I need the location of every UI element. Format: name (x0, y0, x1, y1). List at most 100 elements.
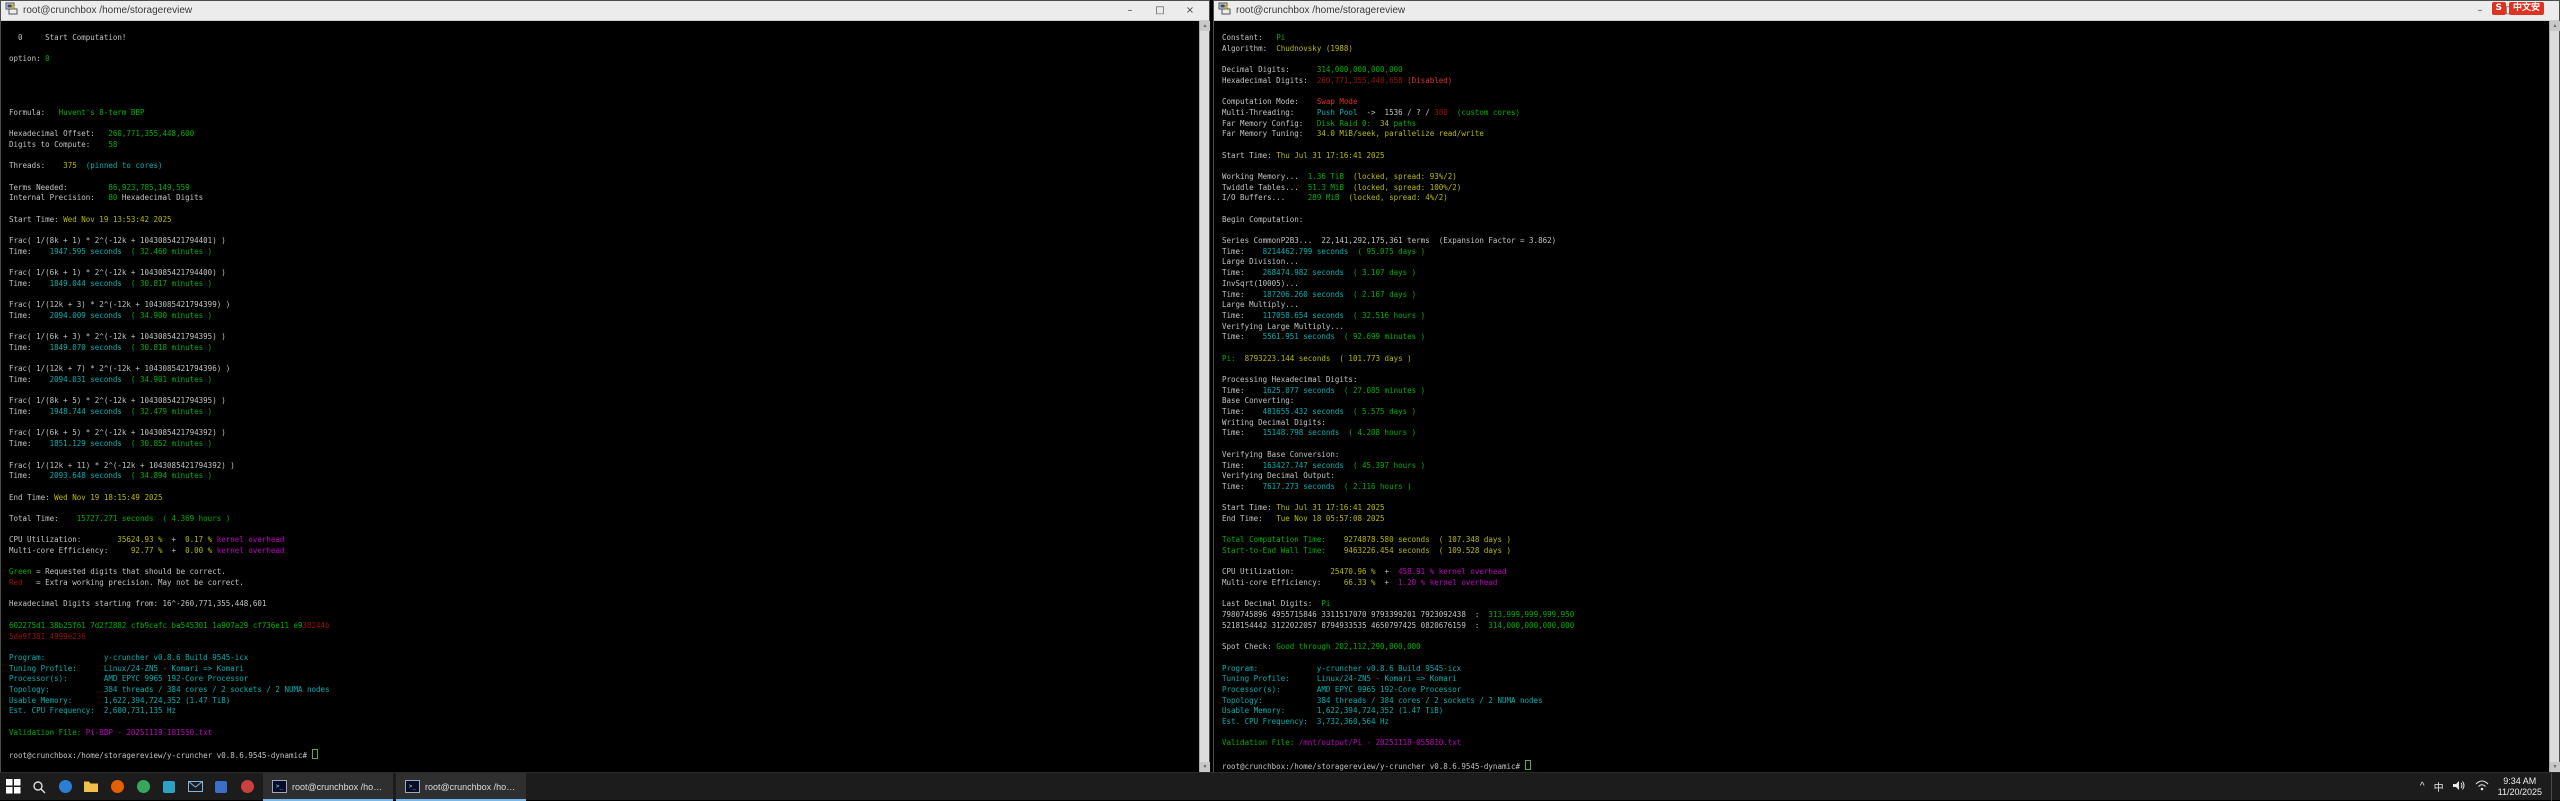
terminal-line (9, 503, 1199, 514)
ime-sogou-icon[interactable]: S (2492, 2, 2506, 15)
terminal-line: Validation File: /mnt/output/Pi - 202511… (1222, 738, 2549, 749)
terminal-window-right[interactable]: root@crunchbox /home/storagereview – □ ×… (1213, 0, 2560, 773)
terminal-line: Program: y-cruncher v0.8.6 Build 9545-ic… (9, 653, 1199, 664)
scrollbar-right[interactable]: ▲ ▼ (2549, 21, 2559, 772)
terminal-line: Time: 2094.009 seconds ( 34.900 minutes … (9, 311, 1199, 322)
terminal-line: I/O Buffers... 289 MiB (locked, spread: … (1222, 193, 2549, 204)
terminal-line: Algorithm: Chudnovsky (1988) (1222, 44, 2549, 55)
chrome-browser-icon[interactable] (130, 773, 156, 801)
terminal-line: Time: 268474.982 seconds ( 3.107 days ) (1222, 268, 2549, 279)
scroll-down-icon[interactable]: ▼ (1200, 762, 1210, 772)
terminal-cursor (312, 749, 319, 759)
terminal-line: Frac( 1/(8k + 5) * 2^(-12k + 10430854217… (9, 396, 1199, 407)
terminal-line: Time: 2093.648 seconds ( 34.894 minutes … (9, 471, 1199, 482)
clock-date: 11/20/2025 (2498, 787, 2542, 798)
terminal-line (9, 322, 1199, 333)
ime-toolbar[interactable]: S 中文安 (2492, 2, 2545, 15)
volume-icon[interactable] (2453, 778, 2466, 796)
minimize-button[interactable]: – (2465, 1, 2495, 20)
terminal-line (9, 151, 1199, 162)
file-explorer-icon[interactable] (78, 773, 104, 801)
terminal-line (1222, 749, 2549, 760)
titlebar-right[interactable]: root@crunchbox /home/storagereview – □ × (1214, 1, 2559, 21)
terminal-line (9, 482, 1199, 493)
mail-icon[interactable] (182, 773, 208, 801)
terminal-line: Terms Needed: 86,923,785,149,559 (9, 183, 1199, 194)
terminal-line: Frac( 1/(12k + 3) * 2^(-12k + 1043085421… (9, 300, 1199, 311)
terminal-window-left[interactable]: root@crunchbox /home/storagereview – □ ×… (0, 0, 1210, 773)
terminal-line: 602275d1 38b25f61 7d2f2882 cfb9cafc ba54… (9, 621, 1199, 632)
terminal-line: 5218154442 3122022057 8794933535 4650797… (1222, 621, 2549, 632)
tray-expand-icon[interactable]: ^ (2420, 781, 2425, 792)
terminal-line (9, 589, 1199, 600)
terminal-line (9, 717, 1199, 728)
terminal-line: Threads: 375 (pinned to cores) (9, 161, 1199, 172)
scroll-up-icon[interactable]: ▲ (1200, 21, 1210, 31)
putty-icon (5, 2, 18, 20)
terminal-line (9, 76, 1199, 87)
terminal-line (9, 386, 1199, 397)
terminal-line: Time: 5561.951 seconds ( 92.699 minutes … (1222, 332, 2549, 343)
terminal-line: Formula: Huvent's 8-term BBP (9, 108, 1199, 119)
terminal-line: Usable Memory: 1,622,394,724,352 (1.47 T… (9, 696, 1199, 707)
terminal-line: Total Computation Time: 9274878.580 seco… (1222, 535, 2549, 546)
terminal-line: Frac( 1/(6k + 3) * 2^(-12k + 10430854217… (9, 332, 1199, 343)
terminal-line (9, 610, 1199, 621)
taskbar-window-button-2[interactable]: >_ root@crunchbox /hom... (396, 773, 526, 801)
scrollbar-left[interactable]: ▲ ▼ (1199, 21, 1209, 772)
app-red-icon[interactable] (234, 773, 260, 801)
terminal-line (9, 257, 1199, 268)
terminal-line: Twiddle Tables... 51.3 MiB (locked, spre… (1222, 183, 2549, 194)
terminal-line (1222, 364, 2549, 375)
terminal-line: Frac( 1/(12k + 11) * 2^(-12k + 104308542… (9, 461, 1199, 472)
terminal-line (9, 97, 1199, 108)
terminal-line: End Time: Tue Nov 18 05:57:08 2025 (1222, 514, 2549, 525)
taskbar-window-button-1[interactable]: >_ root@crunchbox /hom... (263, 773, 393, 801)
terminal-line: Start Time: Thu Jul 31 17:16:41 2025 (1222, 503, 2549, 514)
terminal-line: Topology: 384 threads / 384 cores / 2 so… (9, 685, 1199, 696)
system-tray: ^ 中 9:34 AM 11/20/2025 (2420, 773, 2560, 801)
minimize-button[interactable]: – (1115, 1, 1145, 20)
terminal-line: Internal Precision: 80 Hexadecimal Digit… (9, 193, 1199, 204)
terminal-line: option: 0 (9, 54, 1199, 65)
terminal-line (1222, 225, 2549, 236)
taskbar-clock[interactable]: 9:34 AM 11/20/2025 (2498, 776, 2542, 798)
show-desktop-button[interactable] (2551, 773, 2556, 801)
terminal-line (1222, 653, 2549, 664)
terminal-line: Decimal Digits: 314,000,000,000,000 (1222, 65, 2549, 76)
terminal-line (1222, 439, 2549, 450)
terminal-output-left[interactable]: 0 Start Computation! option: 0 Formula: … (1, 21, 1199, 772)
terminal-line: Multi-core Efficiency: 92.77 % + 0.00 % … (9, 546, 1199, 557)
terminal-line: Time: 1851.129 seconds ( 30.852 minutes … (9, 439, 1199, 450)
edge-browser-icon[interactable] (52, 773, 78, 801)
titlebar-left[interactable]: root@crunchbox /home/storagereview – □ × (1, 1, 1209, 21)
scroll-up-icon[interactable]: ▲ (2550, 21, 2560, 31)
terminal-line: Processor(s): AMD EPYC 9965 192-Core Pro… (1222, 685, 2549, 696)
terminal-line: Digits to Compute: 58 (9, 140, 1199, 151)
firefox-browser-icon[interactable] (104, 773, 130, 801)
terminal-line (9, 65, 1199, 76)
store-icon[interactable] (156, 773, 182, 801)
terminal-line (9, 450, 1199, 461)
start-menu-icon[interactable] (0, 773, 26, 801)
terminal-line: Far Memory Config: Disk Raid 0: 34 paths (1222, 119, 2549, 130)
terminal-line: Frac( 1/(6k + 5) * 2^(-12k + 10430854217… (9, 428, 1199, 439)
app-blue-icon[interactable] (208, 773, 234, 801)
terminal-output-right[interactable]: Constant: PiAlgorithm: Chudnovsky (1988)… (1214, 21, 2549, 772)
terminal-line: Far Memory Tuning: 34.0 MiB/seek, parall… (1222, 129, 2549, 140)
ime-language-icon[interactable]: 中文安 (2509, 2, 2544, 15)
terminal-line: Frac( 1/(6k + 1) * 2^(-12k + 10430854217… (9, 268, 1199, 279)
terminal-line (1222, 557, 2549, 568)
terminal-line: Last Decimal Digits: Pi (1222, 599, 2549, 610)
ime-indicator[interactable]: 中 (2434, 779, 2444, 794)
close-button[interactable]: × (1175, 1, 1205, 20)
scroll-down-icon[interactable]: ▼ (2550, 762, 2560, 772)
search-icon[interactable] (26, 773, 52, 801)
network-icon[interactable] (2475, 778, 2489, 796)
terminal-line: Topology: 384 threads / 384 cores / 2 so… (1222, 696, 2549, 707)
terminal-line (1222, 343, 2549, 354)
terminal-line: Time: 2094.031 seconds ( 34.901 minutes … (9, 375, 1199, 386)
terminal-line: Time: 481655.432 seconds ( 5.575 days ) (1222, 407, 2549, 418)
maximize-button[interactable]: □ (1145, 1, 1175, 20)
terminal-line: Base Converting: (1222, 396, 2549, 407)
